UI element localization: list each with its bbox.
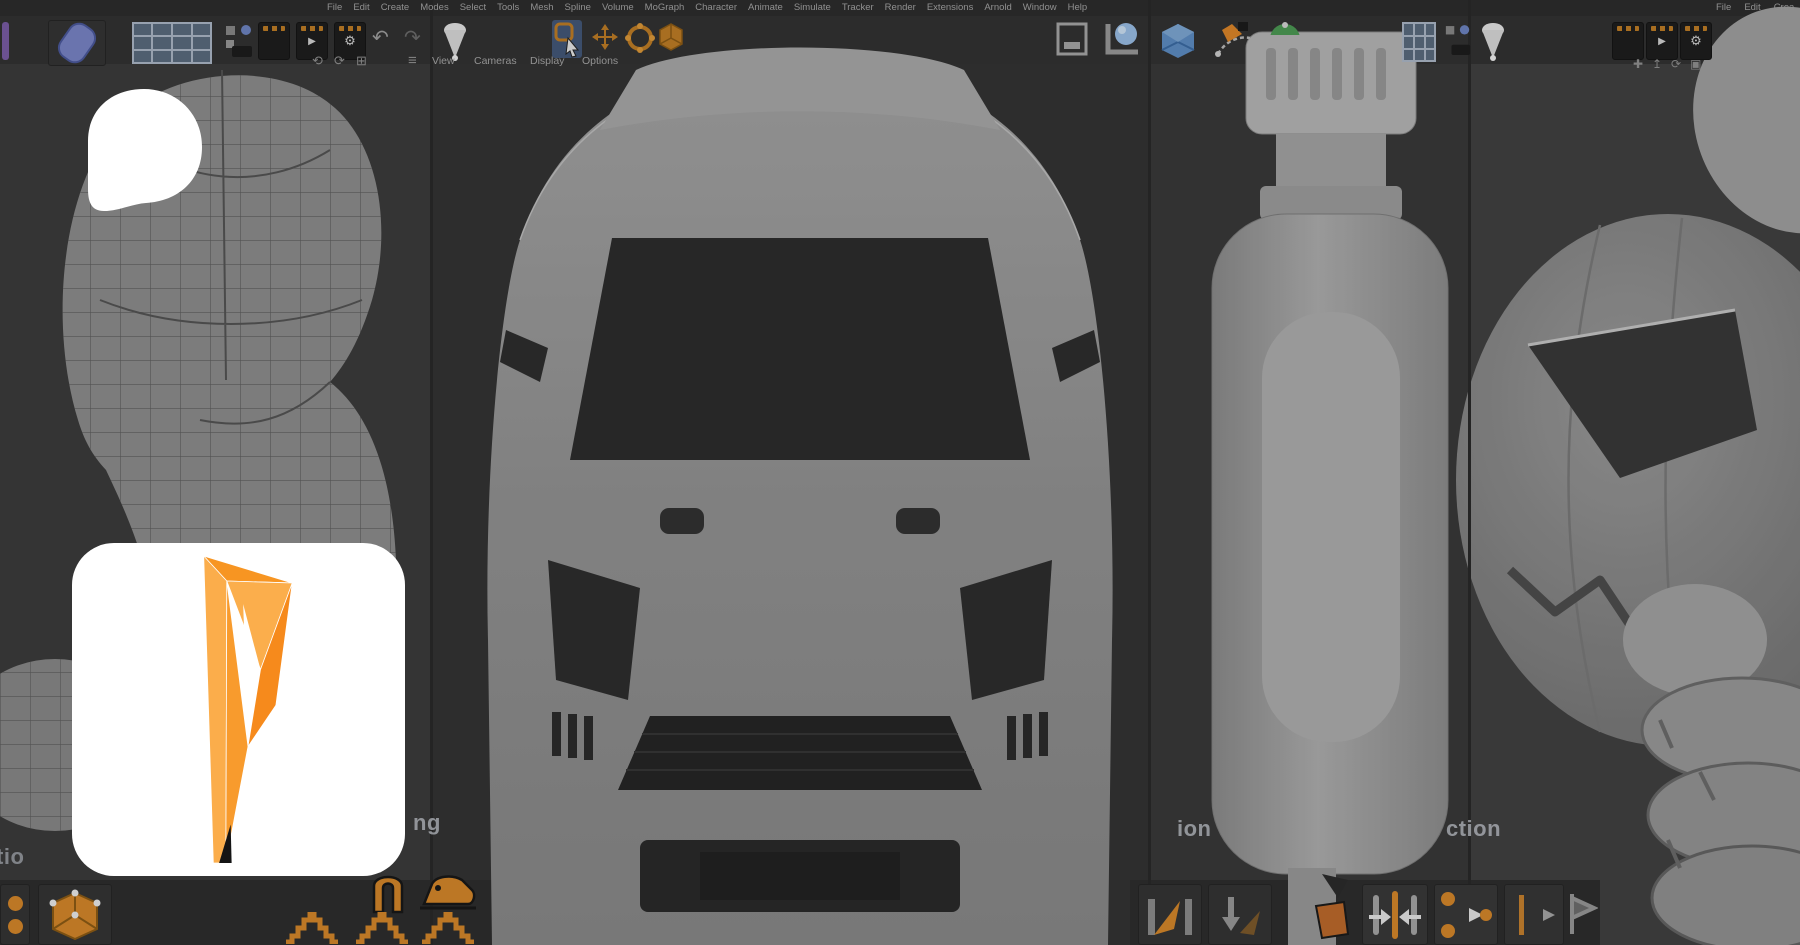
patreon-logo [80,85,208,213]
banner-root: File Edit Create Modes Select Tools Mesh… [0,0,1800,945]
creator-avatar-card[interactable] [72,543,405,876]
creator-p-logo [199,556,296,863]
